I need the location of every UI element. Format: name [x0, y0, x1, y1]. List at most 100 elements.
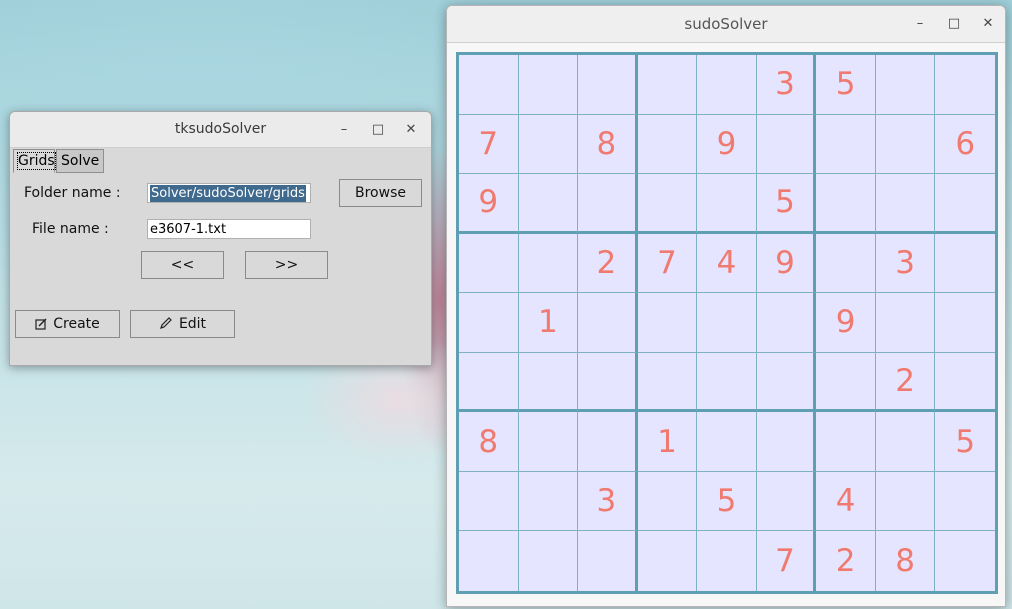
sudoku-cell[interactable]: 4: [816, 471, 876, 532]
sudoku-cell[interactable]: [519, 531, 579, 591]
sudoku-cell[interactable]: [756, 114, 817, 175]
sudoku-cell[interactable]: [578, 352, 638, 413]
sudoku-cell[interactable]: 3: [875, 233, 936, 294]
sudoku-cell[interactable]: [637, 55, 698, 115]
sudoku-cell[interactable]: [518, 174, 579, 234]
sudoku-cell[interactable]: [756, 471, 817, 532]
file-name-input[interactable]: e3607-1.txt: [147, 219, 311, 239]
sudoku-cell[interactable]: [518, 412, 579, 472]
sudoku-cell[interactable]: [816, 174, 876, 234]
sudoku-cell[interactable]: 8: [876, 531, 936, 591]
sudoku-cell[interactable]: [637, 352, 698, 413]
sudoku-cell[interactable]: [637, 293, 698, 353]
tab-solve-label: Solve: [61, 153, 100, 169]
sudoku-cell[interactable]: [756, 412, 817, 472]
close-icon[interactable]: ✕: [978, 14, 998, 34]
minimize-icon[interactable]: –: [910, 14, 930, 34]
create-button[interactable]: Create: [15, 310, 120, 338]
sudoku-cell[interactable]: 9: [816, 293, 876, 353]
sudoku-cell[interactable]: [816, 114, 876, 175]
sudoku-cell[interactable]: 1: [637, 412, 698, 472]
sudoku-cell[interactable]: [459, 471, 519, 532]
sudoku-cell[interactable]: [697, 352, 757, 413]
sudo-titlebar[interactable]: sudoSolver – □ ✕: [447, 6, 1005, 43]
sudoku-cell[interactable]: [578, 412, 638, 472]
sudoku-cell[interactable]: 7: [637, 233, 698, 294]
tk-titlebar[interactable]: tksudoSolver – □ ✕: [10, 112, 431, 148]
sudoku-cell[interactable]: [875, 412, 936, 472]
sudoku-cell[interactable]: [935, 174, 995, 234]
sudoku-cell[interactable]: 3: [756, 55, 817, 115]
sudoku-cell[interactable]: 5: [697, 471, 757, 532]
minimize-icon[interactable]: –: [334, 120, 354, 140]
sudoku-cell[interactable]: [697, 531, 757, 591]
sudoku-cell[interactable]: 7: [459, 114, 519, 175]
sudoku-cell[interactable]: [697, 293, 757, 353]
sudoku-cell[interactable]: 8: [578, 114, 638, 175]
edit-button[interactable]: Edit: [130, 310, 235, 338]
sudoku-cell[interactable]: [875, 174, 936, 234]
sudoku-cell[interactable]: [578, 293, 638, 353]
sudoku-cell[interactable]: 4: [697, 233, 757, 294]
maximize-icon[interactable]: □: [368, 120, 388, 140]
tksudosolver-window: tksudoSolver – □ ✕ Grids Solve Folder na…: [9, 111, 432, 366]
sudoku-cell[interactable]: [875, 293, 936, 353]
sudoku-cell[interactable]: [637, 174, 698, 234]
sudoku-cell[interactable]: [756, 352, 817, 413]
sudoku-cell[interactable]: [816, 233, 876, 294]
sudoku-cell[interactable]: 9: [459, 174, 519, 234]
sudoku-cell[interactable]: [518, 352, 579, 413]
sudoku-cell[interactable]: [459, 531, 519, 591]
sudoku-cell[interactable]: [459, 55, 519, 115]
maximize-icon[interactable]: □: [944, 14, 964, 34]
previous-grid-button[interactable]: <<: [141, 251, 224, 279]
sudoku-cell[interactable]: [935, 531, 995, 591]
sudoku-cell[interactable]: [518, 114, 579, 175]
sudoku-cell[interactable]: [697, 174, 757, 234]
sudoku-cell[interactable]: 5: [935, 412, 995, 472]
sudoku-cell[interactable]: [875, 471, 936, 532]
sudoku-cell[interactable]: [816, 352, 876, 413]
sudoku-cell[interactable]: 2: [816, 531, 876, 591]
sudoku-cell[interactable]: 2: [875, 352, 936, 413]
sudoku-cell[interactable]: [578, 531, 638, 591]
sudoku-cell[interactable]: [756, 293, 817, 353]
sudoku-cell[interactable]: [697, 412, 757, 472]
sudoku-cell[interactable]: 8: [459, 412, 519, 472]
sudoku-cell[interactable]: [935, 353, 995, 413]
sudoku-cell[interactable]: [637, 471, 698, 532]
sudoku-cell[interactable]: [697, 55, 757, 115]
sudoku-cell[interactable]: [459, 293, 519, 353]
tab-solve[interactable]: Solve: [56, 149, 104, 173]
sudoku-cell[interactable]: [578, 55, 638, 115]
sudoku-cell[interactable]: [875, 114, 936, 175]
sudoku-cell[interactable]: 2: [578, 233, 638, 294]
sudoku-cell[interactable]: 9: [697, 114, 757, 175]
sudoku-cell[interactable]: [578, 174, 638, 234]
sudoku-cell[interactable]: [459, 233, 519, 294]
sudoku-cell[interactable]: [637, 114, 698, 175]
close-icon[interactable]: ✕: [401, 120, 421, 140]
sudoku-cell[interactable]: 3: [578, 471, 638, 532]
sudoku-cell[interactable]: 5: [756, 174, 817, 234]
sudoku-cell[interactable]: [518, 55, 579, 115]
sudoku-cell[interactable]: 6: [935, 115, 995, 175]
sudoku-cell[interactable]: [518, 471, 579, 532]
sudoku-cell[interactable]: [875, 55, 936, 115]
sudoku-cell[interactable]: 1: [518, 293, 579, 353]
folder-name-input[interactable]: Solver/sudoSolver/grids: [147, 183, 311, 203]
sudoku-cell[interactable]: [935, 55, 995, 115]
sudoku-cell[interactable]: 7: [757, 531, 817, 591]
sudoku-cell[interactable]: [638, 531, 698, 591]
sudoku-cell[interactable]: [935, 234, 995, 294]
sudoku-cell[interactable]: [518, 233, 579, 294]
next-grid-button[interactable]: >>: [245, 251, 328, 279]
sudoku-cell[interactable]: 5: [816, 55, 876, 115]
tab-grids[interactable]: Grids: [13, 149, 56, 173]
sudoku-cell[interactable]: [935, 472, 995, 532]
sudoku-cell[interactable]: 9: [756, 233, 817, 294]
sudoku-cell[interactable]: [816, 412, 876, 472]
sudoku-cell[interactable]: [459, 352, 519, 413]
browse-button[interactable]: Browse: [339, 179, 422, 207]
sudoku-cell[interactable]: [935, 293, 995, 353]
